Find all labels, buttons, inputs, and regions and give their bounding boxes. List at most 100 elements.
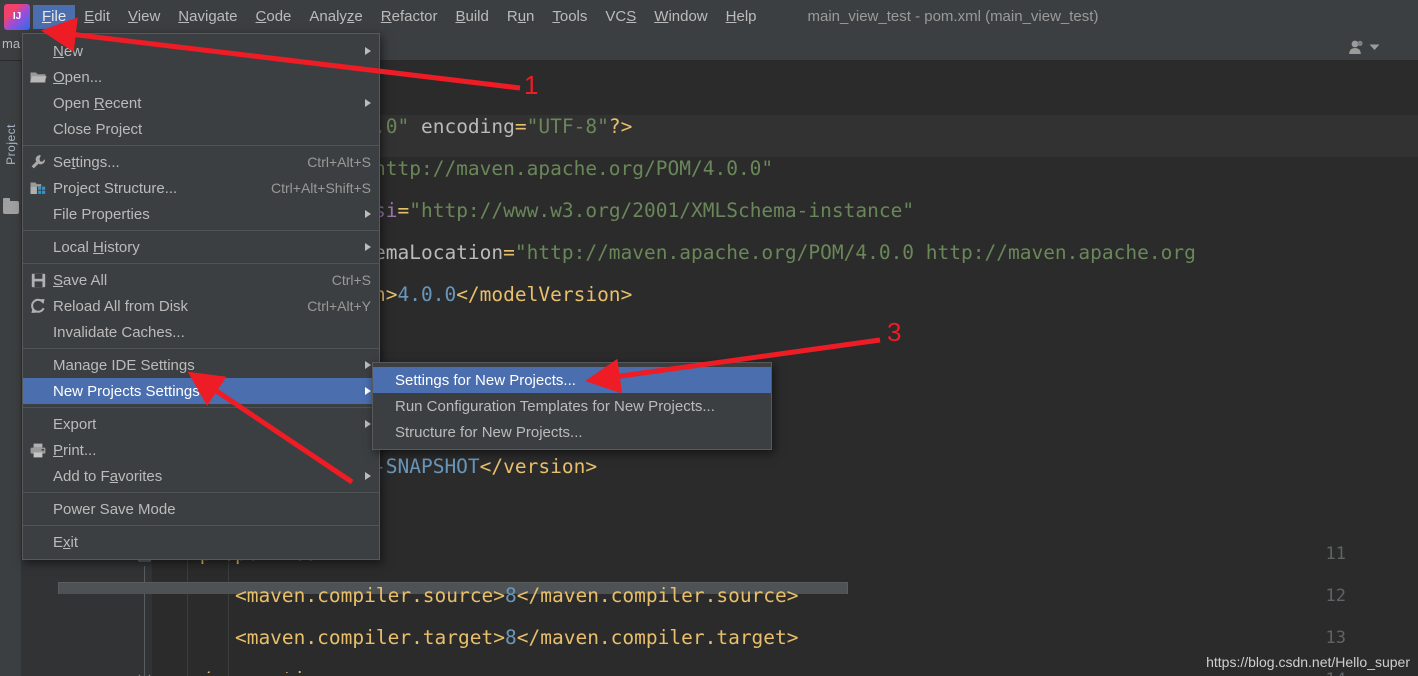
menu-item-label: Close Project xyxy=(53,120,143,138)
menubar-item-help[interactable]: Help xyxy=(717,5,766,29)
menubar-label-run-tail: n xyxy=(526,7,535,25)
menubar-item-run[interactable]: Run xyxy=(498,5,544,29)
menu-item-save-all[interactable]: Save All Ctrl+S xyxy=(23,267,379,293)
menu-item-add-to-favorites[interactable]: Add to Favorites xyxy=(23,463,379,489)
menu-item-close-project[interactable]: Close Project xyxy=(23,116,379,142)
menu-item-label: Invalidate Caches... xyxy=(53,323,185,341)
code-line: <maven.compiler.target>8</maven.compiler… xyxy=(188,626,799,649)
new-projects-settings-submenu[interactable]: Settings for New Projects... Run Configu… xyxy=(372,362,772,450)
menu-item-new[interactable]: New xyxy=(23,38,379,64)
menubar-label-file: ile xyxy=(51,7,67,25)
code-line: .0" encoding="UTF-8"?> xyxy=(374,115,633,138)
submenu-arrow-icon xyxy=(365,472,371,480)
menu-item-label: Exit xyxy=(53,533,79,551)
menubar-item-navigate[interactable]: Navigate xyxy=(169,5,246,29)
menu-separator xyxy=(23,263,379,264)
submenu-arrow-icon xyxy=(365,361,371,369)
intellij-idea-logo-icon xyxy=(4,3,30,30)
menu-item-label: Local History xyxy=(53,238,140,256)
menubar-item-analyze[interactable]: Analyze xyxy=(300,5,371,29)
code-line: http://maven.apache.org/POM/4.0.0" xyxy=(374,157,774,180)
sidebar-item-project[interactable]: Project xyxy=(0,99,22,189)
folder-icon xyxy=(3,198,19,214)
menubar-label-help: elp xyxy=(736,7,757,25)
menubar-label-refactor: efactor xyxy=(391,7,438,25)
save-icon xyxy=(23,273,53,288)
submenu-item-label: Structure for New Projects... xyxy=(395,423,583,441)
menu-item-reload-all-from-disk[interactable]: Reload All from Disk Ctrl+Alt+Y xyxy=(23,293,379,319)
menubar-label-tools: ools xyxy=(559,7,588,25)
menu-item-print[interactable]: Print... xyxy=(23,437,379,463)
main-menu-bar[interactable]: File Edit View Navigate Code Analyze Ref… xyxy=(0,0,1418,33)
menu-separator xyxy=(23,492,379,493)
menubar-item-view[interactable]: View xyxy=(119,5,169,29)
menu-separator xyxy=(23,348,379,349)
wrench-icon xyxy=(23,154,53,170)
submenu-arrow-icon xyxy=(365,243,371,251)
window-title: main_view_test - pom.xml (main_view_test… xyxy=(807,8,1099,25)
submenu-arrow-icon xyxy=(365,99,371,107)
code-line: n>4.0.0</modelVersion> xyxy=(374,283,633,306)
menubar-item-window[interactable]: Window xyxy=(645,5,716,29)
menubar-item-tools[interactable]: Tools xyxy=(543,5,596,29)
intellij-idea-window: 11 12 13 14 .0" encoding="UTF-8"?> http:… xyxy=(0,0,1418,676)
menubar-label-vcs: VC xyxy=(605,7,627,25)
menu-item-label: Export xyxy=(53,415,97,433)
menubar-label-analyze-tail: e xyxy=(354,7,363,25)
menubar-item-build[interactable]: Build xyxy=(446,5,497,29)
menubar-label-code: ode xyxy=(266,7,292,25)
menu-item-open[interactable]: Open... xyxy=(23,64,379,90)
menubar-label-run: R xyxy=(506,7,518,25)
menu-separator xyxy=(23,407,379,408)
menubar-item-edit[interactable]: Edit xyxy=(75,5,119,29)
menu-item-export[interactable]: Export xyxy=(23,411,379,437)
menubar-item-refactor[interactable]: Refactor xyxy=(372,5,447,29)
file-menu-popup[interactable]: New Open... Open Recent Close Project Se… xyxy=(22,33,380,560)
menu-item-label: Manage IDE Settings xyxy=(53,356,195,374)
submenu-item-structure-for-new-projects[interactable]: Structure for New Projects... xyxy=(373,419,771,445)
menubar-label-analyze: Analy xyxy=(309,7,347,25)
sidebar-item-label: Project xyxy=(4,123,18,165)
menu-item-project-structure[interactable]: Project Structure... Ctrl+Alt+Shift+S xyxy=(23,175,379,201)
menubar-label-build: uild xyxy=(465,7,489,25)
menu-item-label: File Properties xyxy=(53,205,150,223)
menubar-item-file[interactable]: File xyxy=(33,4,76,29)
menu-item-label: Reload All from Disk xyxy=(53,297,189,315)
menu-item-exit[interactable]: Exit xyxy=(23,529,379,555)
watermark-url: https://blog.csdn.net/Hello_super xyxy=(1206,654,1410,670)
menubar-label-view: iew xyxy=(137,7,161,25)
code-line: -SNAPSHOT</version> xyxy=(374,455,598,478)
menu-separator xyxy=(23,145,379,146)
menu-item-new-projects-settings[interactable]: New Projects Settings xyxy=(23,378,379,404)
menu-item-label: Open Recent xyxy=(53,94,142,112)
menubar-label-window: indow xyxy=(668,7,708,25)
menubar-item-code[interactable]: Code xyxy=(247,5,301,29)
editor-tab-label[interactable]: ma xyxy=(2,36,20,51)
user-account-widget[interactable] xyxy=(1347,38,1380,56)
submenu-arrow-icon xyxy=(365,387,371,395)
menu-item-settings[interactable]: Settings... Ctrl+Alt+S xyxy=(23,149,379,175)
menu-item-label: New xyxy=(53,42,84,60)
menu-separator xyxy=(23,230,379,231)
submenu-item-run-configuration-templates[interactable]: Run Configuration Templates for New Proj… xyxy=(373,393,771,419)
submenu-arrow-icon xyxy=(365,420,371,428)
menu-item-power-save-mode[interactable]: Power Save Mode xyxy=(23,496,379,522)
user-account-icon[interactable] xyxy=(1347,39,1365,55)
menu-item-local-history[interactable]: Local History xyxy=(23,234,379,260)
menu-item-shortcut: Ctrl+Alt+Shift+S xyxy=(271,180,371,196)
menu-item-invalidate-caches[interactable]: Invalidate Caches... xyxy=(23,319,379,345)
menu-item-file-properties[interactable]: File Properties xyxy=(23,201,379,227)
menu-item-open-recent[interactable]: Open Recent xyxy=(23,90,379,116)
chevron-down-icon[interactable] xyxy=(1369,38,1380,56)
submenu-item-settings-for-new-projects[interactable]: Settings for New Projects... xyxy=(373,367,771,393)
menubar-item-vcs[interactable]: VCS xyxy=(596,5,645,29)
menu-separator xyxy=(23,525,379,526)
folder-open-icon xyxy=(23,70,53,84)
left-tool-window-bar[interactable]: Project xyxy=(0,61,22,676)
menu-item-label: Print... xyxy=(53,441,97,459)
menu-item-manage-ide-settings[interactable]: Manage IDE Settings xyxy=(23,352,379,378)
menu-item-shortcut: Ctrl+Alt+Y xyxy=(307,298,371,314)
menu-item-label: Power Save Mode xyxy=(53,500,176,518)
submenu-item-label: Settings for New Projects... xyxy=(395,371,576,389)
menu-item-label: Open... xyxy=(53,68,103,86)
